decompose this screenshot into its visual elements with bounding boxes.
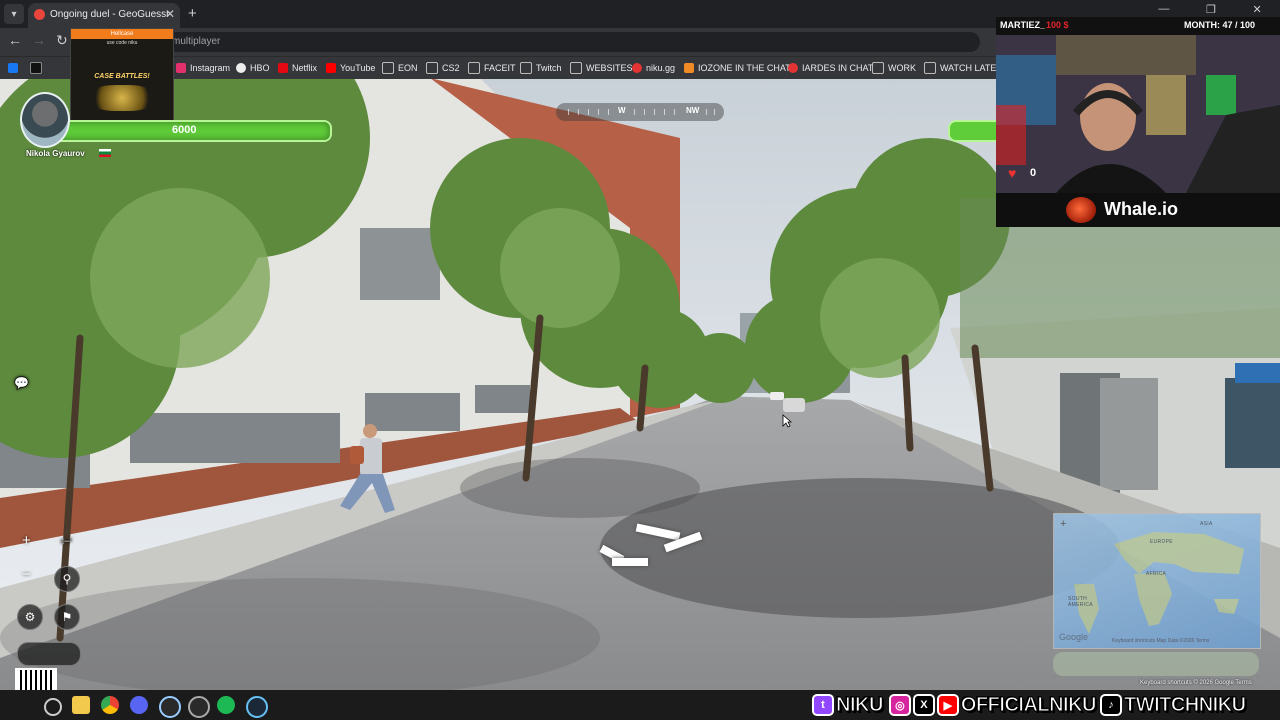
bookmark-instagram[interactable]: Instagram — [176, 61, 230, 75]
chrome-icon[interactable] — [101, 696, 119, 714]
steam-icon[interactable] — [246, 696, 268, 718]
sponsor-code: use code niku — [106, 40, 138, 46]
c-app-icon[interactable] — [159, 696, 181, 718]
top-donor-name: MARTIEZ_ — [1000, 20, 1045, 30]
bookmark-iardes[interactable]: IARDES IN CHAT — [788, 61, 873, 75]
back-arrow-icon[interactable]: ← — [8, 32, 22, 48]
player-health-value: 6000 — [172, 124, 197, 136]
settings-gear-icon[interactable]: ⚙ — [17, 604, 43, 630]
compass-northwest: NW — [686, 106, 700, 115]
compass: W NW — [556, 103, 724, 121]
bulgaria-flag-icon — [99, 149, 111, 157]
bookmark-folder-twitch[interactable]: Twitch — [520, 61, 562, 75]
geoguessr-favicon-icon — [34, 9, 45, 20]
social-handles: t NIKU ◎ X ▶ OFFICIALNIKU ♪ TWITCHNIKU — [812, 692, 1247, 718]
url-text: multiplayer — [172, 36, 221, 47]
guess-button[interactable] — [1053, 652, 1259, 676]
official-handle: OFFICIALNIKU — [960, 693, 1097, 716]
bookmark-netflix[interactable]: Netflix — [278, 61, 317, 75]
new-tab-button[interactable]: + — [188, 5, 197, 22]
tab-title: Ongoing duel - GeoGuessr — [50, 9, 170, 20]
map-label-asia: ASIA — [1200, 521, 1213, 527]
search-icon[interactable] — [44, 698, 62, 716]
youtube-icon: ▶ — [936, 694, 959, 716]
bookmark-youtube[interactable]: YouTube — [326, 61, 375, 75]
twitch-handle: NIKU — [836, 693, 884, 716]
bookmark-folder-cs2[interactable]: CS2 — [426, 61, 460, 75]
map-label-south-america: SOUTH AMERICA — [1068, 596, 1093, 608]
sponsor-name: Whale.io — [1104, 199, 1179, 219]
twitch-icon: t — [812, 694, 834, 716]
sponsor-overlay: Hellcase use code niku CASE BATTLES! — [70, 28, 174, 130]
x-social-icon: X — [912, 694, 935, 716]
tiktok-icon: ♪ — [1099, 694, 1122, 716]
compass-west: W — [618, 106, 626, 115]
x-icon[interactable] — [30, 61, 42, 75]
bookmark-folder-watch-later[interactable]: WATCH LATER — [924, 61, 1003, 75]
bookmark-folder-faceit[interactable]: FACEIT — [468, 61, 516, 75]
case-item-image — [89, 85, 155, 111]
zoom-out-button[interactable]: − — [22, 566, 31, 583]
undo-move-icon[interactable]: ↩ — [60, 532, 73, 550]
heart-rate-value: 0 — [1030, 167, 1037, 179]
spotify-icon[interactable] — [217, 696, 235, 714]
forward-arrow-icon[interactable]: → — [32, 32, 46, 48]
webcam-sponsor-bar: ♥ 0 Whale.io — [996, 165, 1280, 227]
streamer-webcam — [996, 35, 1280, 193]
bookmark-folder-websites[interactable]: WEBSITES — [570, 61, 633, 75]
bookmark-niku-gg[interactable]: niku.gg — [632, 61, 675, 75]
map-label-europe: EUROPE — [1150, 539, 1173, 545]
facebook-icon[interactable] — [8, 61, 18, 75]
reload-icon[interactable]: ↻ — [56, 32, 68, 49]
guess-minimap[interactable]: + ASIA EUROPE AFRICA SOUTH AMERICA Googl… — [1053, 513, 1261, 649]
discord-icon[interactable] — [130, 696, 148, 714]
sponsor-header: Hellcase — [71, 29, 173, 39]
player-name: Nikola Gyaurov — [26, 149, 85, 158]
map-expand-icon[interactable]: + — [1060, 518, 1066, 530]
google-logo: Google — [1059, 632, 1089, 642]
tab-close-icon[interactable]: ✕ — [165, 7, 175, 21]
bookmark-folder-eon[interactable]: EON — [382, 61, 418, 75]
game-launcher-icon[interactable] — [188, 696, 210, 718]
nav-arrow-back-tail — [612, 558, 648, 566]
url-field[interactable]: multiplayer — [80, 32, 980, 52]
tab-geoguessr[interactable]: Ongoing duel - GeoGuessr ✕ — [28, 3, 180, 28]
return-to-start-flag-icon[interactable]: ⚑ — [54, 604, 80, 630]
tab-search-button[interactable]: ▾ — [4, 4, 24, 24]
tiktok-handle: TWITCHNIKU — [1123, 693, 1246, 716]
file-explorer-icon[interactable] — [72, 696, 90, 714]
streetview-attribution: Keyboard shortcuts © 2026 Google Terms — [1140, 680, 1252, 686]
stream-goal-bar: MARTIEZ_ 100 $ MONTH: 47 / 100 — [996, 17, 1280, 35]
mouse-cursor-icon — [782, 414, 792, 428]
pin-location-icon[interactable]: ⚲ — [54, 566, 80, 592]
monthly-goal: MONTH: 47 / 100 — [1184, 20, 1256, 30]
sponsor-label: CASE BATTLES! — [94, 73, 150, 80]
top-donor-amount: 100 $ — [1046, 20, 1069, 30]
team-avatars[interactable] — [17, 642, 81, 666]
zoom-in-button[interactable]: + — [22, 532, 31, 549]
chat-icon[interactable]: 💬 — [14, 376, 32, 394]
heart-rate-icon: ♥ — [1008, 165, 1017, 181]
bookmark-iozone[interactable]: IOZONE IN THE CHAT — [684, 61, 791, 75]
bookmark-folder-work[interactable]: WORK — [872, 61, 916, 75]
map-label-africa: AFRICA — [1146, 571, 1167, 577]
map-attribution: Keyboard shortcuts Map Data ©2026 Terms — [1112, 638, 1210, 644]
bookmark-hbo[interactable]: HBO — [236, 61, 270, 75]
player-avatar — [20, 92, 70, 148]
instagram-icon: ◎ — [888, 694, 911, 716]
whale-logo-icon — [1066, 197, 1096, 223]
